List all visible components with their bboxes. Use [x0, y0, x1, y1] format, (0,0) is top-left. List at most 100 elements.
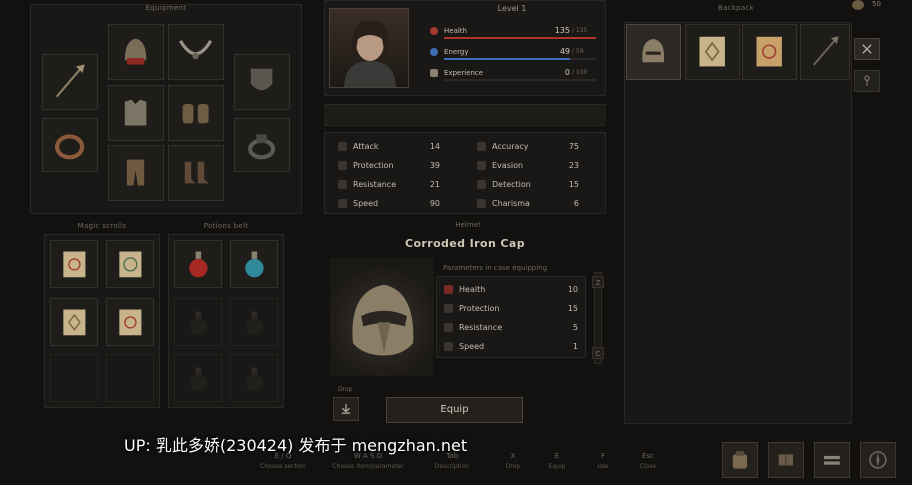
portrait-icon — [344, 20, 396, 87]
scroll-up-key[interactable]: Z — [592, 276, 604, 288]
ring-slot-right[interactable] — [234, 118, 290, 172]
hotkey-close: Esc Close — [639, 452, 657, 470]
toolbar-inventory-button[interactable] — [722, 442, 758, 478]
stat-resistance: Resistance 21 — [338, 177, 440, 191]
backpack-slot-3[interactable] — [742, 24, 797, 80]
backpack-slot-2[interactable] — [685, 24, 740, 80]
toolbar-journal-button[interactable] — [768, 442, 804, 478]
item-name: Corroded Iron Cap — [405, 237, 525, 250]
level-label: Level 1 — [497, 4, 527, 13]
gloves-slot[interactable] — [168, 85, 224, 141]
hotkey-use: F Use — [597, 452, 609, 470]
compass-icon — [869, 451, 887, 469]
eye-icon — [477, 179, 486, 189]
signet-ring-icon — [248, 134, 276, 160]
legs-slot[interactable] — [108, 145, 164, 201]
boot-icon — [338, 198, 347, 208]
scroll-slot-3[interactable] — [50, 298, 98, 346]
equip-button[interactable]: Equip — [386, 397, 523, 423]
amulet-slot[interactable] — [168, 24, 224, 80]
stat-attack: Attack 14 — [338, 139, 440, 153]
resistance-icon — [444, 322, 453, 332]
scroll-icon — [62, 251, 86, 277]
health-max: / 135 — [572, 27, 588, 34]
separator-band — [324, 104, 606, 126]
empty-flask-icon — [245, 366, 263, 391]
empty-flask-icon — [189, 366, 207, 391]
param-protection: Protection 15 — [444, 301, 578, 315]
boots-slot[interactable] — [168, 145, 224, 201]
potion-slot-2[interactable] — [230, 240, 278, 288]
chest-armor-icon — [125, 100, 147, 126]
shield-icon — [251, 69, 273, 91]
polearm-icon — [812, 36, 839, 67]
shield-slot[interactable] — [234, 54, 290, 110]
tab-weapons[interactable] — [854, 38, 880, 60]
ring-icon — [55, 134, 85, 160]
toolbar-crafting-button[interactable] — [814, 442, 850, 478]
drop-label: Drop — [338, 386, 353, 393]
polearm-icon — [56, 64, 86, 98]
weapon-slot[interactable] — [42, 54, 98, 110]
hero-portrait — [329, 8, 409, 88]
helmet-icon — [642, 39, 665, 63]
charisma-icon — [477, 198, 486, 208]
param-health: Health 10 — [444, 282, 578, 296]
helmet-preview-icon — [352, 284, 414, 356]
energy-max: / 59 — [572, 48, 584, 55]
scroll-icon — [756, 37, 783, 67]
heart-small-icon — [444, 284, 453, 294]
param-resistance: Resistance 5 — [444, 320, 578, 334]
potions-belt-title: Potions belt — [203, 222, 249, 230]
potion-slot-6[interactable] — [230, 354, 278, 402]
ring-slot-left[interactable] — [42, 118, 98, 172]
energy-label: Energy — [444, 48, 469, 56]
helmet-slot[interactable] — [108, 24, 164, 80]
experience-bar — [444, 79, 596, 81]
energy-value: 49 — [559, 47, 570, 56]
scroll-slot-6[interactable] — [106, 354, 154, 402]
health-label: Health — [444, 27, 467, 35]
empty-flask-icon — [245, 310, 263, 335]
scroll-slot-5[interactable] — [50, 354, 98, 402]
backpack-slot-4[interactable] — [800, 24, 850, 80]
shield-small-icon — [338, 160, 347, 170]
stat-evasion: Evasion 23 — [477, 158, 579, 172]
stat-protection: Protection 39 — [338, 158, 440, 172]
toolbar-map-button[interactable] — [860, 442, 896, 478]
experience-label: Experience — [444, 69, 484, 77]
energy-bar-fill — [444, 58, 571, 60]
backpack-slot-1[interactable] — [626, 24, 681, 80]
scroll-icon — [62, 309, 86, 335]
hotkey-drop: X Drop — [505, 452, 521, 470]
necklace-icon — [179, 40, 213, 60]
energy-bar — [444, 58, 596, 60]
scroll-slot-1[interactable] — [50, 240, 98, 288]
tools-icon — [824, 456, 840, 465]
experience-value: 0 — [564, 68, 570, 77]
scroll-slot-4[interactable] — [106, 298, 154, 346]
heart-icon — [430, 27, 438, 35]
item-params-title: Parameters in case equipping — [443, 264, 548, 272]
evasion-icon — [477, 160, 486, 170]
drop-button[interactable] — [333, 397, 359, 421]
health-potion-icon — [188, 251, 208, 277]
potion-slot-3[interactable] — [174, 298, 222, 346]
backpack-panel — [624, 22, 852, 424]
potion-slot-4[interactable] — [230, 298, 278, 346]
param-speed: Speed 1 — [444, 339, 578, 353]
tab-keys[interactable] — [854, 70, 880, 92]
boot-icon — [444, 341, 453, 351]
health-bar — [444, 37, 596, 39]
hotkey-equip: E Equip — [548, 452, 566, 470]
scroll-down-key[interactable]: C — [592, 347, 604, 359]
energy-potion-icon — [244, 251, 264, 277]
potion-slot-1[interactable] — [174, 240, 222, 288]
scroll-slot-2[interactable] — [106, 240, 154, 288]
backpack-icon — [732, 451, 748, 469]
boots-icon — [185, 162, 209, 184]
potion-slot-5[interactable] — [174, 354, 222, 402]
armor-slot[interactable] — [108, 85, 164, 141]
sword-icon — [338, 141, 347, 151]
crossed-swords-icon — [862, 44, 872, 54]
